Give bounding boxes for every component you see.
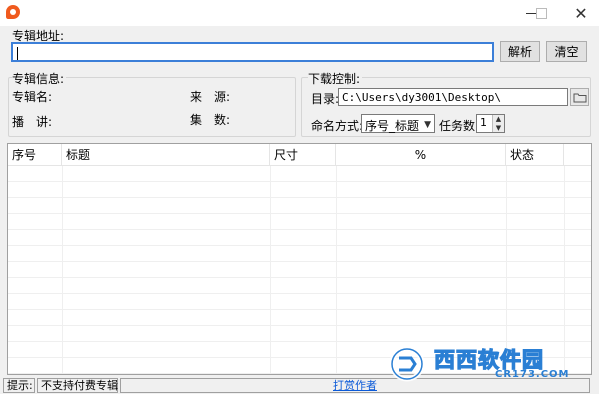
- column-header-status[interactable]: 状态: [506, 144, 564, 166]
- album-info-title: 专辑信息:: [12, 70, 67, 87]
- table-row[interactable]: [8, 166, 591, 182]
- chevron-down-icon: ▼: [424, 120, 431, 130]
- table-header: 序号 标题 尺寸 % 状态: [8, 144, 591, 166]
- directory-input[interactable]: C:\Users\dy3001\Desktop\: [338, 88, 568, 106]
- table-row[interactable]: [8, 326, 591, 342]
- album-name-label: 专辑名:: [12, 90, 53, 104]
- column-header-title[interactable]: 标题: [62, 144, 270, 166]
- naming-select[interactable]: 序号_标题 ▼: [361, 114, 435, 133]
- browse-folder-button[interactable]: [570, 88, 589, 106]
- close-button[interactable]: ✕: [566, 0, 596, 26]
- stepper-down-icon[interactable]: ▼: [493, 124, 504, 133]
- clear-button[interactable]: 清空: [546, 41, 587, 62]
- watermark-logo: 西西软件园 CR173.COM: [389, 344, 589, 384]
- album-address-input[interactable]: [11, 42, 494, 62]
- column-header-index[interactable]: 序号: [8, 144, 62, 166]
- donate-link[interactable]: 打赏作者: [333, 379, 377, 392]
- naming-label: 命名方式:: [311, 119, 364, 133]
- table-row[interactable]: [8, 294, 591, 310]
- app-icon: [6, 5, 20, 19]
- table-row[interactable]: [8, 230, 591, 246]
- stepper-arrows[interactable]: ▲ ▼: [492, 115, 504, 132]
- text-caret: [17, 47, 18, 60]
- parse-button[interactable]: 解析: [500, 41, 540, 62]
- title-bar: ✕: [0, 0, 599, 26]
- folder-icon: [573, 93, 586, 102]
- table-row[interactable]: [8, 198, 591, 214]
- table-row[interactable]: [8, 310, 591, 326]
- hint-text: 不支持付费专辑: [37, 378, 118, 393]
- table-row[interactable]: [8, 278, 591, 294]
- speaker-label: 播 讲:: [12, 115, 53, 129]
- watermark-domain: CR173.COM: [495, 369, 570, 380]
- episodes-label: 集 数:: [190, 113, 231, 127]
- table-row[interactable]: [8, 246, 591, 262]
- download-list-table[interactable]: 序号 标题 尺寸 % 状态: [7, 143, 592, 375]
- directory-label: 目录:: [311, 92, 340, 106]
- download-control-title: 下载控制:: [308, 70, 363, 87]
- maximize-button[interactable]: [526, 0, 556, 26]
- naming-select-value: 序号_标题: [365, 119, 420, 133]
- tasks-value: 1: [480, 116, 487, 129]
- column-header-percent[interactable]: %: [336, 144, 506, 166]
- hint-label: 提示:: [3, 378, 35, 393]
- table-row[interactable]: [8, 214, 591, 230]
- table-row[interactable]: [8, 182, 591, 198]
- table-row[interactable]: [8, 262, 591, 278]
- tasks-stepper[interactable]: 1 ▲ ▼: [476, 114, 505, 133]
- tasks-label: 任务数:: [439, 119, 480, 133]
- stepper-up-icon[interactable]: ▲: [493, 115, 504, 124]
- source-label: 来 源:: [190, 90, 231, 104]
- column-header-size[interactable]: 尺寸: [270, 144, 336, 166]
